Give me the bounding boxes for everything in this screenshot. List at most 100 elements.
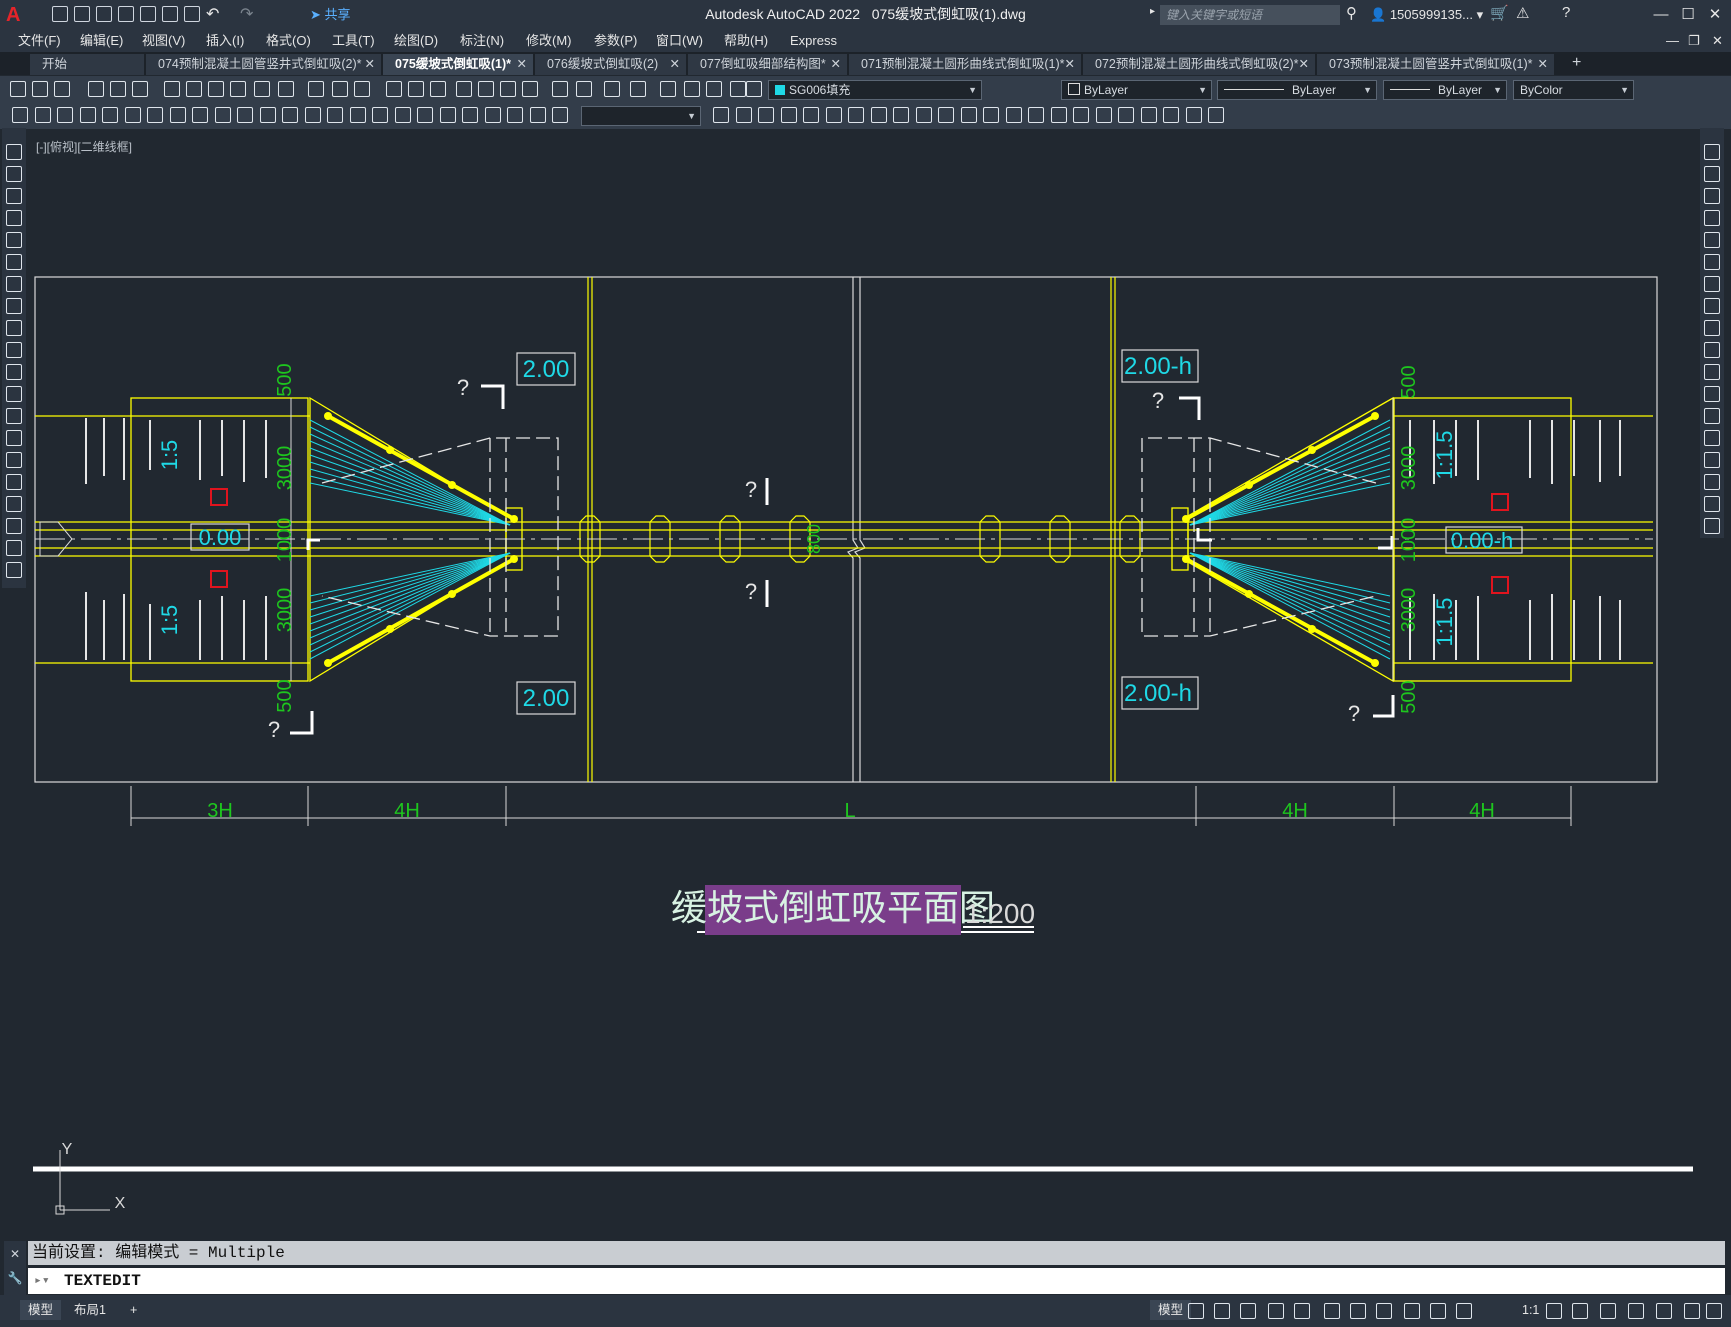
left-draw-tool-icon[interactable]: [6, 144, 22, 160]
draw-tool-icon[interactable]: [1096, 107, 1112, 123]
help-icon[interactable]: ?: [1562, 4, 1570, 21]
standard-tool-icon[interactable]: [456, 81, 472, 97]
open-from-web-icon[interactable]: [140, 6, 156, 22]
draw-tool-icon[interactable]: [893, 107, 909, 123]
left-draw-tool-icon[interactable]: [6, 474, 22, 490]
standard-tool-icon[interactable]: [32, 81, 48, 97]
left-draw-tool-icon[interactable]: [6, 496, 22, 512]
maximize-icon[interactable]: ☐: [1677, 4, 1699, 26]
left-draw-tool-icon[interactable]: [6, 320, 22, 336]
left-draw-tool-icon[interactable]: [6, 232, 22, 248]
tab-075-active[interactable]: 075缓坡式倒虹吸(1)* ✕: [383, 54, 534, 75]
tab-071[interactable]: 071预制混凝土圆形曲线式倒虹吸(1)* ✕: [849, 54, 1082, 75]
draw-tool-icon[interactable]: [260, 107, 276, 123]
standard-tool-icon[interactable]: [478, 81, 494, 97]
right-modify-tool-icon[interactable]: [1704, 518, 1720, 534]
tab-close-icon[interactable]: ✕: [1538, 54, 1548, 75]
status-toggle-icon[interactable]: [1350, 1303, 1366, 1319]
menu-insert[interactable]: 插入(I): [206, 30, 244, 52]
draw-tool-icon[interactable]: [938, 107, 954, 123]
add-layout-button[interactable]: +: [122, 1300, 145, 1320]
left-draw-tool-icon[interactable]: [6, 452, 22, 468]
draw-tool-icon[interactable]: [713, 107, 729, 123]
status-toggle-icon[interactable]: [1404, 1303, 1420, 1319]
left-draw-tool-icon[interactable]: [6, 210, 22, 226]
draw-tool-icon[interactable]: [417, 107, 433, 123]
search-expand-icon[interactable]: ▸: [1150, 6, 1155, 17]
status-toggle-icon[interactable]: [1214, 1303, 1230, 1319]
status-toggle-icon[interactable]: [1656, 1303, 1672, 1319]
draw-tool-icon[interactable]: [215, 107, 231, 123]
draw-tool-icon[interactable]: [192, 107, 208, 123]
menu-format[interactable]: 格式(O): [266, 30, 311, 52]
tab-close-icon[interactable]: ✕: [365, 54, 375, 75]
new-tab-button[interactable]: +: [1572, 54, 1581, 72]
plotstyle-dropdown[interactable]: ByColor ▼: [1513, 80, 1634, 100]
draw-tool-icon[interactable]: [916, 107, 932, 123]
linetype-dropdown[interactable]: ByLayer ▼: [1217, 80, 1377, 100]
left-draw-tool-icon[interactable]: [6, 166, 22, 182]
tab-073[interactable]: 073预制混凝土圆管竖井式倒虹吸(1)* ✕: [1317, 54, 1555, 75]
right-modify-tool-icon[interactable]: [1704, 320, 1720, 336]
draw-tool-icon[interactable]: [803, 107, 819, 123]
viewport-controls[interactable]: [-][俯视][二维线框]: [36, 138, 132, 155]
right-modify-tool-icon[interactable]: [1704, 276, 1720, 292]
menu-dimension[interactable]: 标注(N): [460, 30, 504, 52]
draw-tool-icon[interactable]: [1006, 107, 1022, 123]
draw-tool-icon[interactable]: [848, 107, 864, 123]
status-toggle-icon[interactable]: [1430, 1303, 1446, 1319]
right-modify-tool-icon[interactable]: [1704, 210, 1720, 226]
plot-icon[interactable]: [184, 6, 200, 22]
draw-tool-icon[interactable]: [983, 107, 999, 123]
customize-icon[interactable]: 🔧: [4, 1271, 26, 1285]
draw-tool-icon[interactable]: [871, 107, 887, 123]
standard-tool-icon[interactable]: [54, 81, 70, 97]
draw-tool-icon[interactable]: [1186, 107, 1202, 123]
left-draw-tool-icon[interactable]: [6, 386, 22, 402]
standard-tool-icon[interactable]: [630, 81, 646, 97]
app-menu-button[interactable]: A: [6, 4, 28, 26]
doc-restore-icon[interactable]: ❐: [1688, 30, 1700, 52]
status-toggle-icon[interactable]: [1240, 1303, 1256, 1319]
left-draw-tool-icon[interactable]: [6, 540, 22, 556]
standard-tool-icon[interactable]: [278, 81, 294, 97]
standard-tool-icon[interactable]: [88, 81, 104, 97]
right-modify-tool-icon[interactable]: [1704, 188, 1720, 204]
command-line-grip[interactable]: ✕ 🔧: [4, 1241, 26, 1295]
draw-tool-icon[interactable]: [305, 107, 321, 123]
autodesk-app-icon[interactable]: ⚠: [1516, 4, 1529, 22]
annotation-scale[interactable]: 1:1: [1514, 1300, 1547, 1320]
right-modify-tool-icon[interactable]: [1704, 364, 1720, 380]
left-draw-tool-icon[interactable]: [6, 276, 22, 292]
menu-express[interactable]: Express: [790, 30, 837, 52]
close-icon[interactable]: ✕: [1704, 4, 1726, 26]
status-toggle-icon[interactable]: [1684, 1303, 1700, 1319]
status-toggle-icon[interactable]: [1628, 1303, 1644, 1319]
standard-tool-icon[interactable]: [164, 81, 180, 97]
left-draw-tool-icon[interactable]: [6, 562, 22, 578]
status-toggle-icon[interactable]: [1706, 1303, 1722, 1319]
draw-tool-icon[interactable]: [1163, 107, 1179, 123]
tab-076[interactable]: 076缓坡式倒虹吸(2) ✕: [535, 54, 687, 75]
search-input[interactable]: 键入关键字或短语: [1160, 5, 1340, 25]
standard-tool-icon[interactable]: [354, 81, 370, 97]
draw-tool-icon[interactable]: [826, 107, 842, 123]
color-dropdown[interactable]: ByLayer ▼: [1061, 80, 1212, 100]
share-button[interactable]: ➤ 共享: [310, 5, 351, 25]
standard-tool-icon[interactable]: [684, 81, 700, 97]
menu-modify[interactable]: 修改(M): [526, 30, 572, 52]
left-draw-tool-icon[interactable]: [6, 408, 22, 424]
standard-tool-icon[interactable]: [552, 81, 568, 97]
right-modify-tool-icon[interactable]: [1704, 430, 1720, 446]
draw-tool-icon[interactable]: [350, 107, 366, 123]
left-draw-tool-icon[interactable]: [6, 254, 22, 270]
standard-tool-icon[interactable]: [430, 81, 446, 97]
draw-tool-icon[interactable]: [372, 107, 388, 123]
draw-tool-icon[interactable]: [781, 107, 797, 123]
standard-tool-icon[interactable]: [254, 81, 270, 97]
tab-072[interactable]: 072预制混凝土圆形曲线式倒虹吸(2)* ✕: [1083, 54, 1316, 75]
right-modify-tool-icon[interactable]: [1704, 144, 1720, 160]
menu-view[interactable]: 视图(V): [142, 30, 185, 52]
standard-tool-icon[interactable]: [522, 81, 538, 97]
status-toggle-icon[interactable]: [1188, 1303, 1204, 1319]
